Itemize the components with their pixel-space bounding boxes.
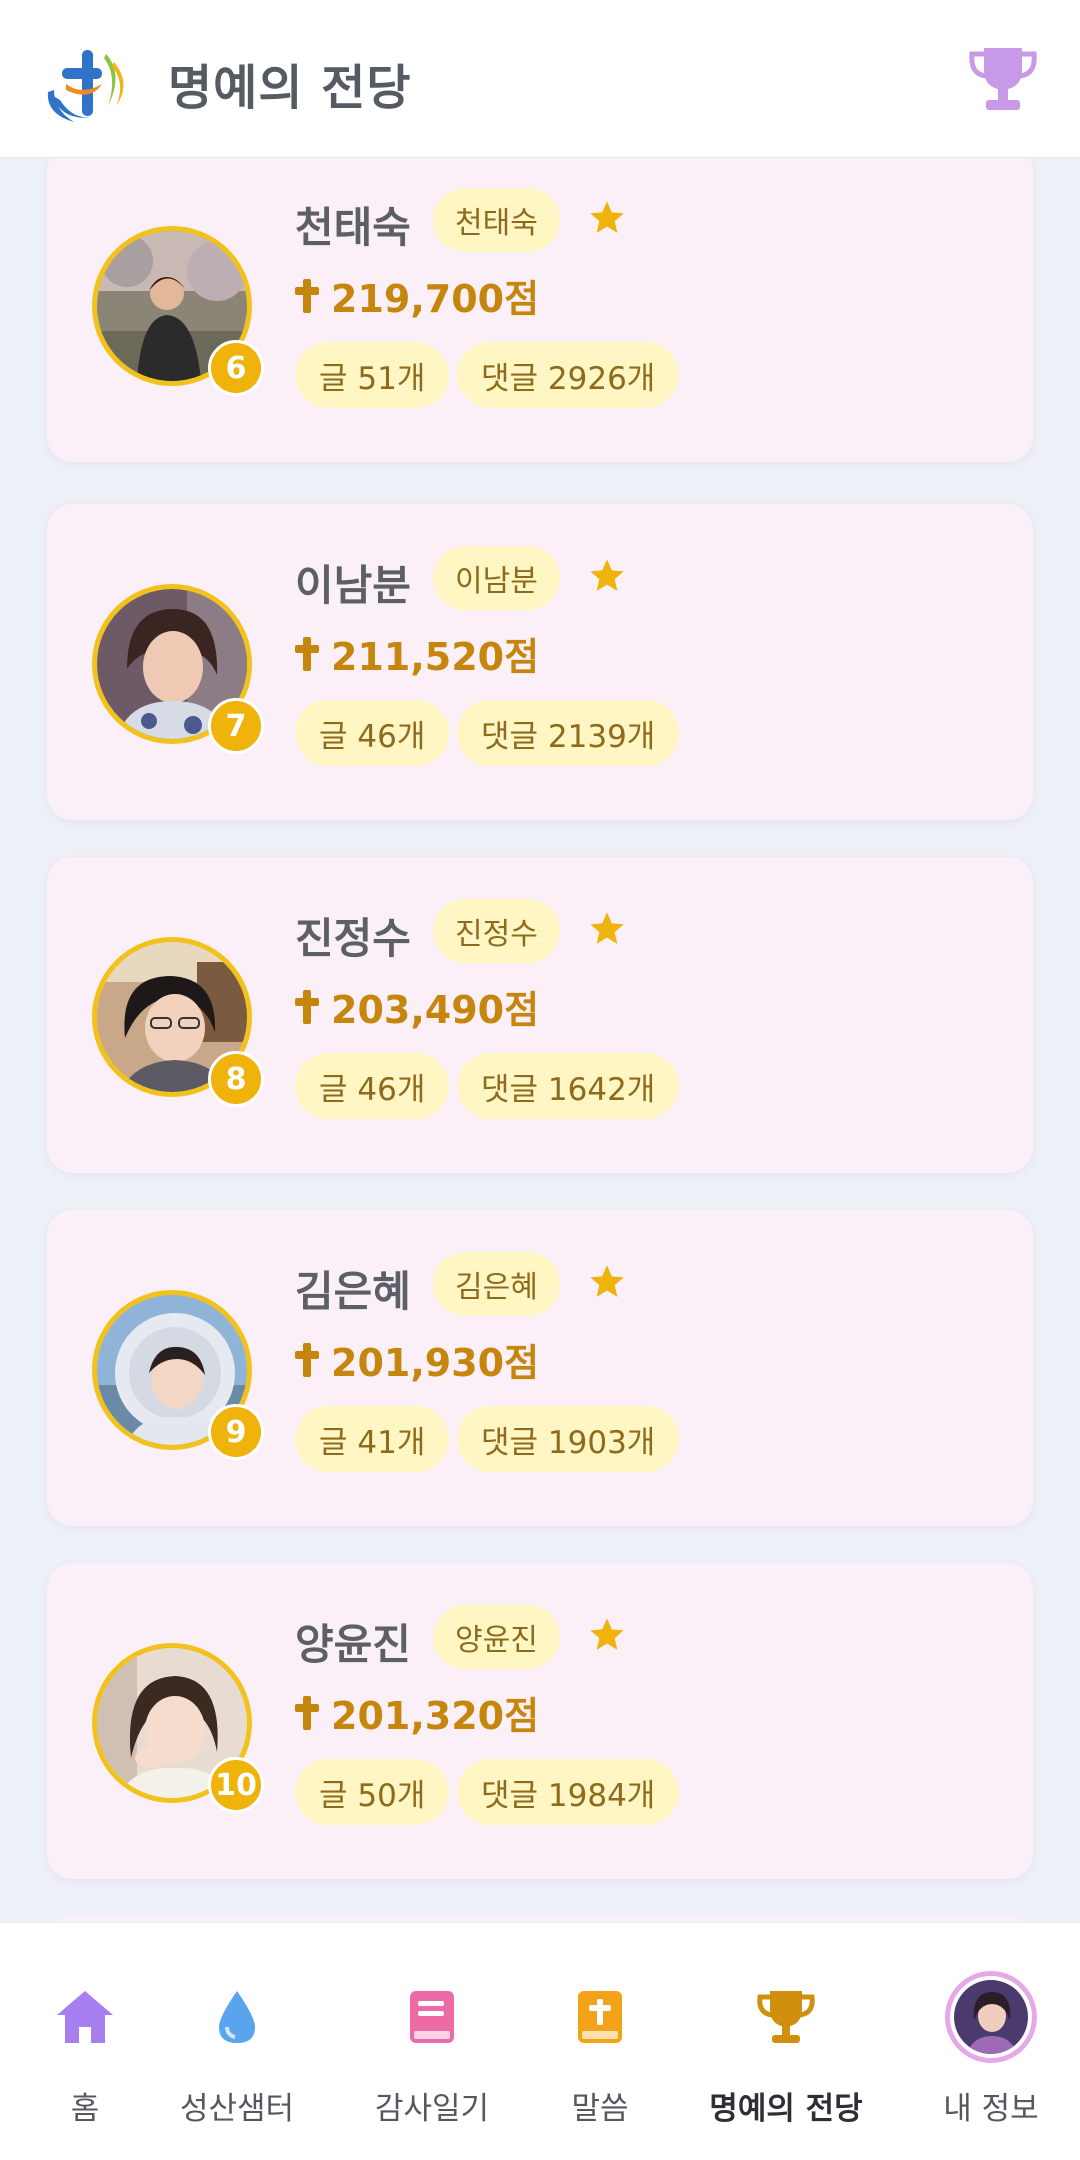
rank-badge: 9	[208, 1404, 264, 1460]
avatar-container: 6	[92, 226, 264, 396]
cross-icon	[295, 278, 319, 313]
ranking-card[interactable]: 7 이남분 이남분 211,520점 글 46개 댓글 2139개	[47, 504, 1033, 820]
nav-item-my-info[interactable]: 내 정보	[906, 1923, 1076, 2160]
avatar-container: 10	[92, 1643, 264, 1813]
page-title: 명예의 전당	[168, 60, 412, 116]
cross-icon	[295, 1342, 319, 1377]
ranking-card[interactable]: 10 양윤진 양윤진 201,320점 글 50개 댓글 1984개	[47, 1563, 1033, 1879]
nav-item-word[interactable]: 말씀	[515, 1923, 685, 2160]
points-display: 219,700점	[295, 268, 539, 323]
member-name: 천태숙	[295, 203, 411, 252]
avatar-container: 9	[92, 1290, 264, 1460]
points-display: 201,320점	[295, 1685, 539, 1740]
avatar-container: 7	[92, 584, 264, 754]
comments-count-badge: 댓글 1642개	[457, 1053, 680, 1119]
posts-count-badge: 글 41개	[295, 1406, 450, 1472]
member-name: 이남분	[295, 561, 411, 610]
posts-count-badge: 글 51개	[295, 342, 450, 408]
cross-icon	[295, 636, 319, 671]
star-icon	[590, 912, 624, 944]
cross-icon	[295, 989, 319, 1024]
profile-avatar	[945, 1971, 1037, 2063]
nickname-badge: 양윤진	[433, 1605, 560, 1669]
nickname-badge: 천태숙	[433, 188, 560, 252]
nickname-badge: 진정수	[433, 899, 560, 963]
bible-icon	[578, 1991, 622, 2043]
home-icon	[57, 1991, 113, 2043]
member-name: 김은혜	[295, 1267, 411, 1316]
nav-label: 내 정보	[943, 2091, 1039, 2127]
rank-badge: 7	[208, 698, 264, 754]
nav-label: 명예의 전당	[709, 2091, 863, 2127]
nickname-badge: 김은혜	[433, 1252, 560, 1316]
posts-count-badge: 글 50개	[295, 1759, 450, 1825]
star-icon	[590, 1265, 624, 1297]
points-value: 203,490점	[331, 988, 540, 1032]
book-icon	[410, 1991, 454, 2043]
cross-icon	[295, 1695, 319, 1730]
ranking-card[interactable]: 6 천태숙 천태숙 219,700점 글 51개 댓글 2926개	[47, 158, 1033, 462]
nav-item-seongsan[interactable]: 성산샘터	[152, 1923, 322, 2160]
ranking-card[interactable]: 9 김은혜 김은혜 201,930점 글 41개 댓글 1903개	[47, 1210, 1033, 1526]
trophy-icon	[757, 1991, 815, 2043]
posts-count-badge: 글 46개	[295, 700, 450, 766]
member-name: 진정수	[295, 914, 411, 963]
points-value: 201,320점	[331, 1694, 540, 1738]
hanaro-logo-icon[interactable]	[44, 44, 136, 126]
water-drop-icon	[219, 1991, 255, 2043]
trophy-icon[interactable]	[966, 44, 1040, 114]
member-name: 양윤진	[295, 1620, 411, 1669]
rank-badge: 10	[208, 1757, 264, 1813]
points-value: 201,930점	[331, 1341, 540, 1385]
comments-count-badge: 댓글 2139개	[457, 700, 680, 766]
star-icon	[590, 201, 624, 233]
points-display: 203,490점	[295, 979, 539, 1034]
nav-label: 홈	[70, 2091, 100, 2127]
star-icon	[590, 1618, 624, 1650]
bottom-nav: 홈 성산샘터 감사일기 말씀 명예의 전당 내 정보	[0, 1922, 1080, 2160]
nav-label: 말씀	[571, 2091, 629, 2127]
points-value: 219,700점	[331, 277, 540, 321]
points-display: 211,520점	[295, 626, 539, 681]
rank-badge: 8	[208, 1051, 264, 1107]
rank-badge: 6	[208, 340, 264, 396]
ranking-list[interactable]: 6 천태숙 천태숙 219,700점 글 51개 댓글 2926개 7 이남분 …	[0, 158, 1080, 1922]
points-display: 201,930점	[295, 1332, 539, 1387]
nav-item-hall-of-fame[interactable]: 명예의 전당	[701, 1923, 871, 2160]
star-icon	[590, 559, 624, 591]
ranking-card[interactable]: 8 진정수 진정수 203,490점 글 46개 댓글 1642개	[47, 857, 1033, 1173]
nav-label: 감사일기	[374, 2091, 490, 2127]
ranking-card-partial[interactable]	[47, 1915, 1033, 1922]
points-value: 211,520점	[331, 635, 540, 679]
nav-item-diary[interactable]: 감사일기	[347, 1923, 517, 2160]
app-header: 명예의 전당	[0, 0, 1080, 158]
avatar-container: 8	[92, 937, 264, 1107]
comments-count-badge: 댓글 1903개	[457, 1406, 680, 1472]
comments-count-badge: 댓글 1984개	[457, 1759, 680, 1825]
posts-count-badge: 글 46개	[295, 1053, 450, 1119]
nav-label: 성산샘터	[179, 2091, 295, 2127]
nav-item-home[interactable]: 홈	[0, 1923, 170, 2160]
comments-count-badge: 댓글 2926개	[457, 342, 680, 408]
nickname-badge: 이남분	[433, 546, 560, 610]
